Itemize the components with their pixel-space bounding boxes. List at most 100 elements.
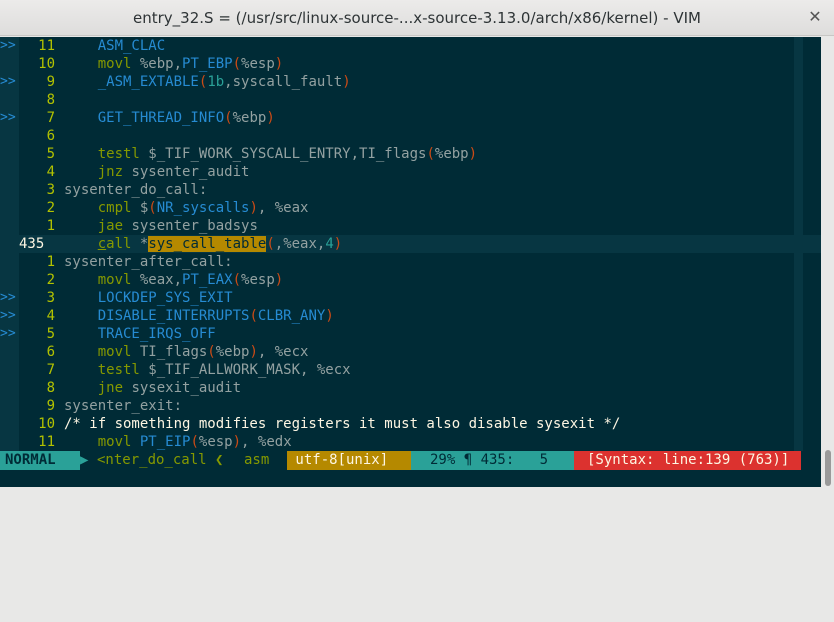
- code-text: jnz sysenter_audit: [97, 164, 250, 180]
- sign-column: >>: [0, 325, 19, 343]
- title-bar: entry_32.S = (/usr/src/linux-source-...x…: [0, 0, 834, 36]
- line-number: 6: [46, 128, 55, 144]
- code-line[interactable]: 8: [0, 91, 821, 109]
- sign-column: [0, 271, 19, 289]
- line-number: 4: [46, 308, 55, 324]
- line-number: 1: [46, 254, 55, 270]
- scrollbar-thumb[interactable]: [825, 450, 831, 486]
- code-text: call *sys_call_table(,%eax,4): [97, 236, 343, 252]
- file-encoding: utf-8[unix]: [287, 451, 411, 470]
- sign-column: >>: [0, 73, 19, 91]
- mode-indicator: NORMAL: [0, 451, 80, 470]
- cursor-line[interactable]: 435 call *sys_call_table(,%eax,4): [0, 235, 821, 253]
- status-line: NORMAL ▶ <nter_do_call ❮ asm utf-8[unix]…: [0, 451, 821, 470]
- sign-column: [0, 217, 19, 235]
- sign-column: [0, 397, 19, 415]
- code-text: sysenter_exit:: [64, 398, 183, 414]
- code-line[interactable]: 1 sysenter_after_call:: [0, 253, 821, 271]
- code-text: /* if something modifies registers it mu…: [64, 416, 621, 432]
- code-text: movl PT_EIP(%esp), %edx: [97, 434, 292, 450]
- line-number: 2: [46, 200, 55, 216]
- line-number: 435: [19, 236, 45, 252]
- sign-column: [0, 235, 19, 253]
- command-line[interactable]: [0, 470, 821, 487]
- sign-column: [0, 199, 19, 217]
- sign-column: [0, 55, 19, 73]
- line-number: 2: [46, 272, 55, 288]
- code-line[interactable]: 2 movl %eax,PT_EAX(%esp): [0, 271, 821, 289]
- sign-column: >>: [0, 37, 19, 55]
- code-line[interactable]: >> 3 LOCKDEP_SYS_EXIT: [0, 289, 821, 307]
- code-text: jae sysenter_badsys: [97, 218, 258, 234]
- line-number: 11: [38, 434, 55, 450]
- close-icon[interactable]: ✕: [806, 8, 824, 26]
- sign-column: [0, 343, 19, 361]
- code-text: GET_THREAD_INFO(%ebp): [97, 110, 275, 126]
- syntax-error-indicator: [Syntax: line:139 (763)]: [574, 451, 801, 470]
- code-text: ASM_CLAC: [97, 38, 166, 54]
- cursor-position: 29% ¶ 435: 5: [411, 451, 574, 470]
- code-line[interactable]: >> 7 GET_THREAD_INFO(%ebp): [0, 109, 821, 127]
- line-number: 7: [46, 110, 55, 126]
- line-number: 10: [38, 416, 55, 432]
- scrollbar[interactable]: [821, 37, 834, 487]
- editor-buffer[interactable]: >> 11 ASM_CLAC 10 movl %ebp,PT_EBP(%esp) >>…: [0, 37, 821, 451]
- line-number: 4: [46, 164, 55, 180]
- code-line[interactable]: >> 9 _ASM_EXTABLE(1b,syscall_fault): [0, 73, 821, 91]
- code-line[interactable]: 2 cmpl $(NR_syscalls), %eax: [0, 199, 821, 217]
- sign-column: [0, 145, 19, 163]
- code-text: LOCKDEP_SYS_EXIT: [97, 290, 233, 306]
- sign-column: [0, 127, 19, 145]
- sign-column: [0, 415, 19, 433]
- code-text: TRACE_IRQS_OFF: [97, 326, 216, 342]
- code-line[interactable]: >> 5 TRACE_IRQS_OFF: [0, 325, 821, 343]
- line-number: 8: [46, 380, 55, 396]
- line-number: 6: [46, 344, 55, 360]
- mode-arrow-icon: ▶: [80, 451, 90, 470]
- code-text: movl %ebp,PT_EBP(%esp): [97, 56, 284, 72]
- code-line[interactable]: 11 movl PT_EIP(%esp), %edx: [0, 433, 821, 451]
- code-line[interactable]: 6 movl TI_flags(%ebp), %ecx: [0, 343, 821, 361]
- code-line[interactable]: 7 testl $_TIF_ALLWORK_MASK, %ecx: [0, 361, 821, 379]
- code-text: sysenter_after_call:: [64, 254, 233, 270]
- code-line[interactable]: 10 /* if something modifies registers it …: [0, 415, 821, 433]
- code-text: testl $_TIF_WORK_SYSCALL_ENTRY,TI_flags(…: [97, 146, 478, 162]
- code-text: movl %eax,PT_EAX(%esp): [97, 272, 284, 288]
- code-line[interactable]: 4 jnz sysenter_audit: [0, 163, 821, 181]
- line-number: 1: [46, 218, 55, 234]
- window-title: entry_32.S = (/usr/src/linux-source-...x…: [133, 9, 701, 27]
- vim-window: entry_32.S = (/usr/src/linux-source-...x…: [0, 0, 834, 487]
- code-line[interactable]: 5 testl $_TIF_WORK_SYSCALL_ENTRY,TI_flag…: [0, 145, 821, 163]
- current-function: <nter_do_call ❮: [97, 452, 224, 468]
- code-line[interactable]: 3 sysenter_do_call:: [0, 181, 821, 199]
- code-text: _ASM_EXTABLE(1b,syscall_fault): [97, 74, 351, 90]
- sign-column: >>: [0, 307, 19, 325]
- filetype: asm: [244, 452, 270, 468]
- code-line[interactable]: 9 sysenter_exit:: [0, 397, 821, 415]
- sign-column: >>: [0, 289, 19, 307]
- code-line[interactable]: >> 11 ASM_CLAC: [0, 37, 821, 55]
- code-text: DISABLE_INTERRUPTS(CLBR_ANY): [97, 308, 334, 324]
- code-line[interactable]: 6: [0, 127, 821, 145]
- sign-column: [0, 163, 19, 181]
- line-number: 5: [46, 146, 55, 162]
- sign-column: [0, 433, 19, 451]
- code-line[interactable]: 8 jne sysexit_audit: [0, 379, 821, 397]
- code-line[interactable]: 1 jae sysenter_badsys: [0, 217, 821, 235]
- line-number: 10: [38, 56, 55, 72]
- code-text: testl $_TIF_ALLWORK_MASK, %ecx: [97, 362, 351, 378]
- code-text: cmpl $(NR_syscalls), %eax: [97, 200, 309, 216]
- line-number: 9: [46, 74, 55, 90]
- sign-column: [0, 253, 19, 271]
- sign-column: [0, 361, 19, 379]
- code-line[interactable]: 10 movl %ebp,PT_EBP(%esp): [0, 55, 821, 73]
- line-number: 3: [46, 290, 55, 306]
- code-text: movl TI_flags(%ebp), %ecx: [97, 344, 309, 360]
- line-number: 5: [46, 326, 55, 342]
- line-number: 3: [46, 182, 55, 198]
- sign-column: [0, 91, 19, 109]
- code-line[interactable]: >> 4 DISABLE_INTERRUPTS(CLBR_ANY): [0, 307, 821, 325]
- code-text: sysenter_do_call:: [64, 182, 208, 198]
- sign-column: [0, 181, 19, 199]
- code-text: jne sysexit_audit: [97, 380, 242, 396]
